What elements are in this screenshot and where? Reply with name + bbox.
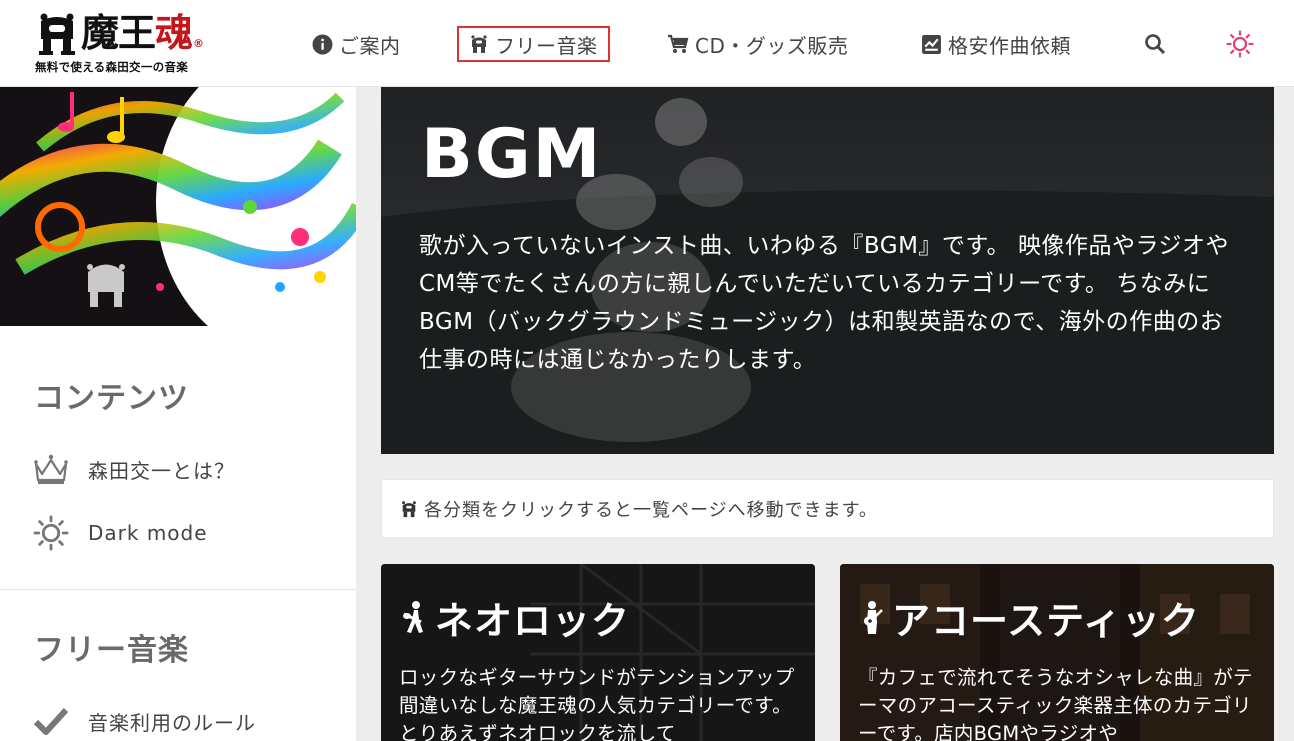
sidebar-item-usage-rules[interactable]: 音楽利用のルール — [32, 701, 256, 741]
check-icon — [32, 702, 70, 740]
nav-guide[interactable]: ご案内 — [312, 26, 401, 62]
maou-robot-icon — [471, 35, 487, 53]
guitarist-icon — [403, 600, 423, 633]
card-title-neo-rock: ネオロック — [435, 599, 631, 643]
sidebar: コンテンツ 森田交一とは？ Dark mode フリー音楽 音楽利用のルール — [0, 87, 356, 741]
site-logo[interactable]: 魔王魂 ® 無料で使える森田交一の音楽 — [35, 10, 225, 78]
sidebar-item-about[interactable]: 森田交一とは？ — [32, 449, 235, 489]
registered-mark: ® — [193, 37, 205, 50]
crown-icon — [32, 450, 70, 488]
search-button[interactable] — [1138, 27, 1172, 61]
card-text-acoustic: 『カフェで流れてそうなオシャレな曲』がテーマのアコースティック楽器主体のカテゴリ… — [858, 666, 1253, 741]
sidebar-divider — [0, 589, 356, 590]
sidebar-item-dark-mode[interactable]: Dark mode — [32, 513, 208, 553]
acoustic-guitarist-icon — [864, 600, 883, 634]
nav-composition-request[interactable]: 格安作曲依頼 — [921, 26, 1071, 62]
logo-subtitle: 無料で使える森田交一の音楽 — [35, 60, 189, 74]
theme-toggle-button[interactable] — [1223, 27, 1257, 61]
hero-description: 歌が入っていないインスト曲、いわゆる『BGM』です。 映像作品やラジオやCM等で… — [419, 233, 1229, 373]
category-card-neo-rock[interactable]: ネオロック ロックなギターサウンドがテンションアップ間違いなしな魔王魂の人気カテ… — [381, 564, 815, 741]
sidebar-item-usage-rules-label: 音楽利用のルール — [88, 710, 256, 735]
info-icon — [312, 34, 333, 54]
nav-guide-label: ご案内 — [339, 33, 401, 58]
sidebar-section-title-contents: コンテンツ — [34, 381, 189, 416]
site-header: 魔王魂 ® 無料で使える森田交一の音楽 ご案内 フリー音楽 CD・グッズ販売 格… — [0, 0, 1294, 87]
sun-icon — [32, 514, 70, 552]
category-notice: 各分類をクリックすると一覧ページへ移動できます。 — [381, 479, 1274, 538]
logo-title-main: 魔王 — [81, 11, 156, 55]
chart-box-icon — [922, 34, 941, 54]
maou-robot-icon — [402, 500, 416, 517]
sidebar-hero-image — [0, 87, 356, 326]
nav-shop-label: CD・グッズ販売 — [695, 33, 849, 58]
nav-shop[interactable]: CD・グッズ販売 — [667, 26, 848, 62]
notice-text: 各分類をクリックすると一覧ページへ移動できます。 — [424, 499, 878, 521]
category-card-acoustic[interactable]: アコースティック 『カフェで流れてそうなオシャレな曲』がテーマのアコースティック… — [840, 564, 1274, 741]
sidebar-item-dark-mode-label: Dark mode — [88, 521, 208, 545]
sun-icon — [1226, 30, 1254, 58]
nav-free-music[interactable]: フリー音楽 — [457, 26, 610, 62]
card-title-acoustic: アコースティック — [892, 599, 1200, 643]
sidebar-section-title-free-music: フリー音楽 — [34, 633, 189, 668]
logo-title-accent: 魂 — [155, 11, 193, 55]
category-hero: BGM 歌が入っていないインスト曲、いわゆる『BGM』です。 映像作品やラジオや… — [381, 87, 1274, 454]
nav-free-music-label: フリー音楽 — [495, 33, 598, 58]
sidebar-item-about-label: 森田交一とは？ — [88, 458, 235, 483]
cart-icon — [668, 34, 689, 53]
card-text-neo-rock: ロックなギターサウンドがテンションアップ間違いなしな魔王魂の人気カテゴリーです。… — [399, 666, 795, 741]
nav-composition-request-label: 格安作曲依頼 — [948, 33, 1071, 58]
search-icon — [1145, 34, 1166, 55]
hero-title: BGM — [421, 115, 603, 194]
maou-robot-logo-icon — [39, 13, 75, 55]
